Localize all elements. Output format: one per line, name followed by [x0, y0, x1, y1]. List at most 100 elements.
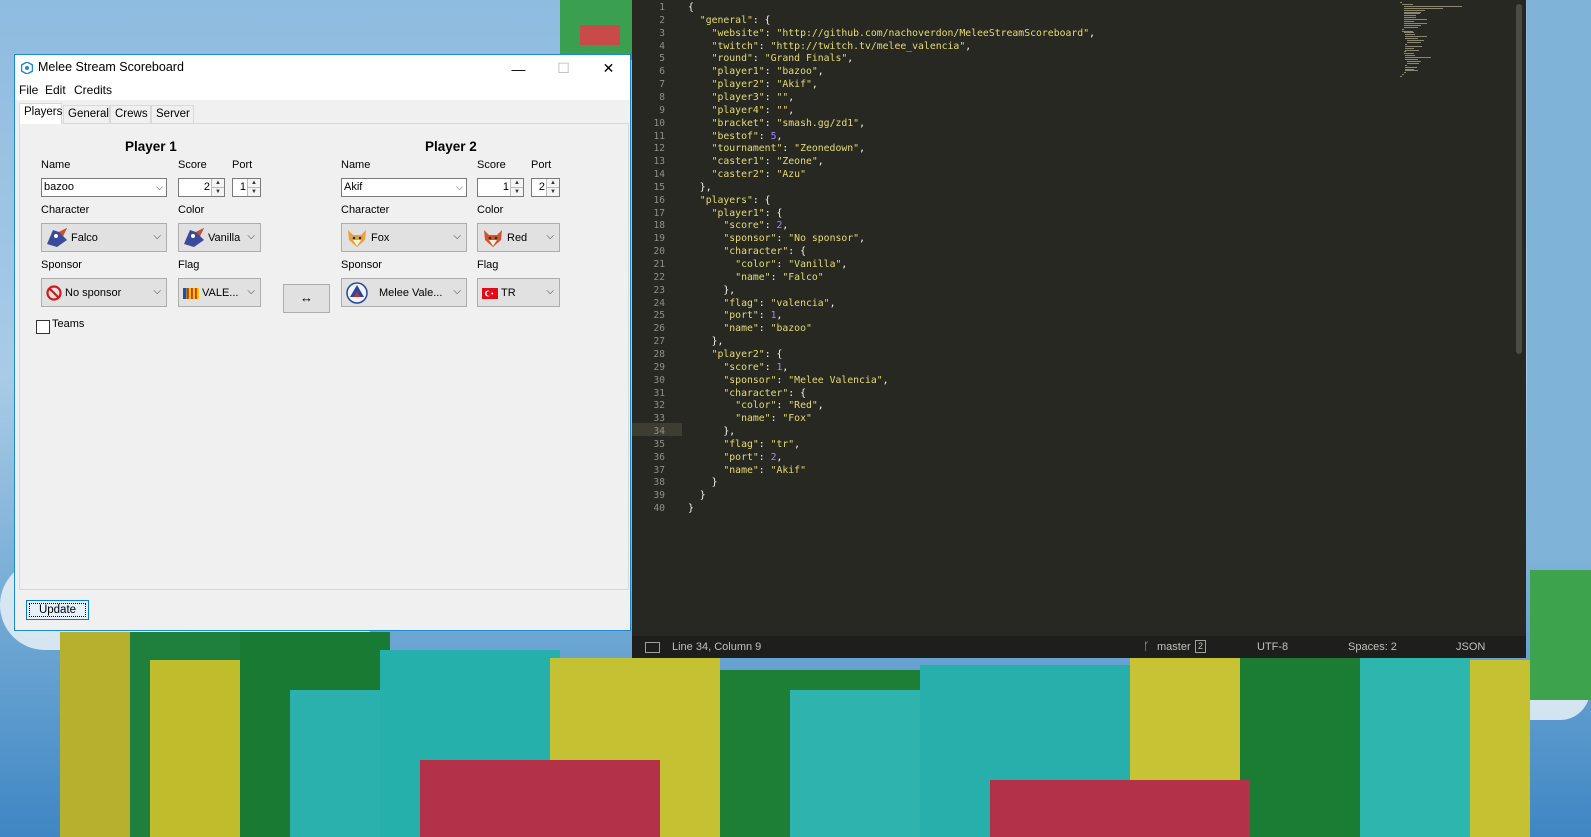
spin-down-icon[interactable]: ▼	[511, 188, 523, 196]
player2-flag-label: Flag	[477, 259, 499, 271]
code-line: "tournament": "Zeonedown",	[711, 143, 865, 155]
falco-icon	[184, 228, 204, 247]
player2-sponsor-dropdown[interactable]: Melee Vale... ⌵	[341, 278, 467, 307]
update-button[interactable]: Update	[26, 600, 89, 620]
player1-score-label: Score	[178, 159, 207, 171]
player1-score-stepper[interactable]: 2 ▲ ▼	[178, 178, 225, 197]
scoreboard-window: Melee Stream Scoreboard — ☐ ✕ File Edit …	[14, 54, 631, 631]
fox-icon	[484, 230, 502, 247]
minimap-line	[1403, 5, 1463, 7]
minimap-line	[1403, 19, 1427, 21]
player1-flag-dropdown[interactable]: VALE... ⌵	[178, 278, 261, 307]
code-line: }	[688, 490, 706, 502]
tab-players[interactable]: Players	[19, 103, 62, 124]
player2-sponsor-value: Melee Vale...	[379, 287, 443, 299]
minimap-line	[1405, 70, 1418, 72]
player1-name-value: bazoo	[44, 181, 74, 193]
minimap[interactable]	[1400, 2, 1470, 82]
spin-up-icon[interactable]: ▲	[212, 179, 224, 188]
minimap-line	[1403, 13, 1420, 15]
git-branch-icon: ᚴ	[1143, 641, 1150, 653]
player2-sponsor-label: Sponsor	[341, 259, 382, 271]
app-icon	[21, 62, 33, 74]
player1-port-label: Port	[232, 159, 253, 171]
player2-score-value: 1	[502, 181, 509, 193]
player2-character-value: Fox	[371, 232, 390, 244]
minimap-line	[1401, 3, 1413, 5]
player2-color-dropdown[interactable]: Red ⌵	[477, 223, 560, 252]
encoding[interactable]: UTF-8	[1257, 641, 1288, 653]
menu-edit[interactable]: Edit	[45, 83, 66, 97]
player2-color-value: Red	[507, 232, 528, 244]
code-editor-window: 1 2 3 4 5 6 7 8 9 10 11 12 13 14 15 16 17 18 19 20 21 22 23 24 2…	[632, 0, 1526, 658]
player1-color-dropdown[interactable]: Vanilla ⌵	[178, 223, 261, 252]
spin-up-icon[interactable]: ▲	[248, 179, 260, 188]
player1-sponsor-dropdown[interactable]: No sponsor ⌵	[41, 278, 167, 307]
player1-color-value: Vanilla	[208, 232, 241, 244]
code-line: "name": "Fox"	[735, 413, 812, 425]
player1-port-stepper[interactable]: 1 ▲ ▼	[232, 178, 261, 197]
spin-down-icon[interactable]: ▼	[248, 188, 260, 196]
chevron-down-icon: ⌵	[247, 286, 255, 297]
minimap-line	[1403, 53, 1415, 55]
minimap-line	[1403, 7, 1444, 9]
code-line: }	[688, 503, 694, 515]
code-line: "character": {	[723, 387, 806, 399]
minimap-line	[1403, 32, 1415, 34]
code-line: "player2": "Akif",	[711, 79, 818, 91]
cursor-position[interactable]: Line 34, Column 9	[672, 641, 761, 653]
code-line: "caster1": "Zeone",	[711, 156, 824, 168]
editor-scrollbar[interactable]	[1516, 4, 1522, 354]
minimap-line	[1405, 43, 1408, 45]
minimap-line	[1400, 76, 1402, 78]
tab-crews[interactable]: Crews	[110, 105, 151, 123]
tab-general[interactable]: General	[63, 105, 110, 123]
maximize-button[interactable]: ☐	[541, 55, 586, 82]
tab-server[interactable]: Server	[151, 105, 194, 123]
spin-up-icon[interactable]: ▲	[547, 179, 559, 188]
player2-port-label: Port	[531, 159, 552, 171]
code-line: "general": {	[699, 14, 771, 26]
minimap-line	[1405, 59, 1418, 60]
panel-toggle-icon[interactable]	[645, 642, 660, 653]
spin-down-icon[interactable]: ▼	[212, 188, 224, 196]
spin-down-icon[interactable]: ▼	[547, 188, 559, 196]
player1-character-dropdown[interactable]: Falco ⌵	[41, 223, 167, 252]
player1-flag-value: VALE...	[202, 287, 239, 299]
syntax-mode[interactable]: JSON	[1456, 641, 1485, 653]
teams-checkbox[interactable]	[36, 320, 50, 334]
code-line: "player3": "",	[711, 91, 795, 103]
code-line: "flag": "valencia",	[723, 297, 836, 309]
minimap-line	[1403, 51, 1406, 53]
minimap-line	[1400, 2, 1402, 3]
player2-port-stepper[interactable]: 2 ▲ ▼	[531, 178, 560, 197]
minimize-button[interactable]: —	[496, 55, 541, 82]
chevron-down-icon: ⌵	[456, 182, 463, 192]
player2-name-combo[interactable]: Akif ⌵	[341, 178, 467, 197]
player1-name-combo[interactable]: bazoo ⌵	[41, 178, 167, 197]
menu-bar: File Edit Credits	[15, 82, 630, 100]
menu-file[interactable]: File	[19, 83, 38, 97]
player2-color-label: Color	[477, 204, 504, 216]
spin-up-icon[interactable]: ▲	[511, 179, 523, 188]
branch-count-badge: 2	[1195, 640, 1207, 653]
indentation[interactable]: Spaces: 2	[1348, 641, 1397, 653]
player2-character-dropdown[interactable]: Fox ⌵	[341, 223, 467, 252]
code-line: "bestof": 5,	[711, 130, 783, 142]
title-bar[interactable]: Melee Stream Scoreboard — ☐ ✕	[15, 55, 630, 82]
code-line: "score": 2,	[723, 220, 789, 232]
player2-score-stepper[interactable]: 1 ▲ ▼	[477, 178, 524, 197]
close-button[interactable]: ✕	[586, 55, 631, 82]
player2-name-label: Name	[341, 159, 371, 171]
minimap-line	[1403, 72, 1406, 74]
code-line: "caster2": "Azu"	[711, 169, 806, 181]
menu-credits[interactable]: Credits	[74, 83, 112, 97]
code-area[interactable]: { "general": { "website": "http://github…	[632, 0, 1398, 636]
minimap-line	[1403, 22, 1427, 24]
chevron-down-icon: ⌵	[453, 286, 461, 297]
git-branch[interactable]: master	[1157, 641, 1191, 653]
swap-players-button[interactable]: ↔	[283, 284, 330, 313]
player1-flag-label: Flag	[178, 259, 200, 271]
player2-flag-dropdown[interactable]: TR ⌵	[477, 278, 560, 307]
chevron-down-icon: ⌵	[153, 286, 161, 297]
